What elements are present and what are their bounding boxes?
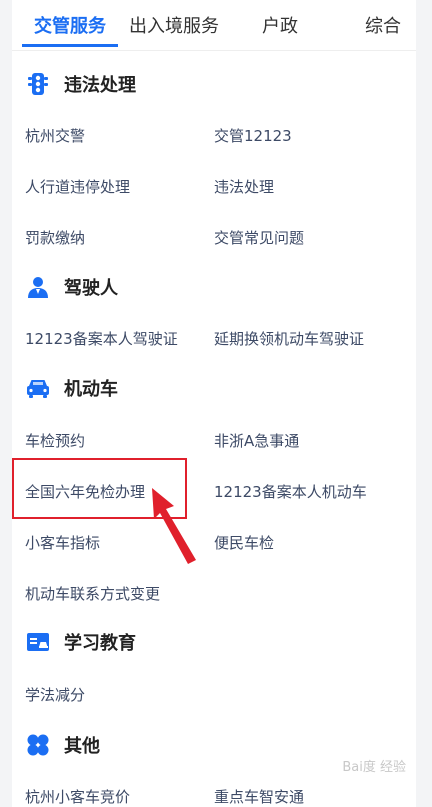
service-study-points-reduction[interactable]: 学法减分 bbox=[25, 684, 85, 705]
car-icon bbox=[27, 380, 49, 398]
service-panel: 交管服务 出入境服务 户政 综合 违法处理 杭州交警 交管12123 人行道违停… bbox=[12, 0, 416, 807]
section-header-violation: 违法处理 bbox=[26, 70, 136, 98]
traffic-light-icon bbox=[28, 73, 48, 95]
section-header-vehicle: 机动车 bbox=[26, 374, 118, 402]
id-card-icon bbox=[27, 633, 49, 651]
service-fine-payment[interactable]: 罚款缴纳 bbox=[25, 227, 85, 248]
watermark: Bai度 经验 bbox=[342, 760, 406, 775]
section-header-education: 学习教育 bbox=[26, 628, 136, 656]
section-title-other: 其他 bbox=[64, 736, 100, 757]
service-renew-driver-license[interactable]: 延期换领机动车驾驶证 bbox=[214, 328, 364, 349]
tab-household-registration[interactable]: 户政 bbox=[262, 12, 298, 38]
service-traffic-faq[interactable]: 交管常见问题 bbox=[214, 227, 304, 248]
section-title-vehicle: 机动车 bbox=[64, 379, 118, 400]
service-hangzhou-traffic-police[interactable]: 杭州交警 bbox=[25, 125, 85, 146]
service-non-zhejiang-a-pass[interactable]: 非浙A急事通 bbox=[214, 430, 299, 451]
active-tab-indicator bbox=[22, 44, 118, 47]
section-header-driver: 驾驶人 bbox=[26, 273, 118, 301]
driver-icon bbox=[28, 277, 48, 298]
service-six-year-exemption[interactable]: 全国六年免检办理 bbox=[25, 481, 145, 502]
four-petal-icon bbox=[27, 734, 49, 756]
tab-traffic-services[interactable]: 交管服务 bbox=[34, 12, 106, 38]
section-title-violation: 违法处理 bbox=[64, 75, 136, 96]
service-sidewalk-parking[interactable]: 人行道违停处理 bbox=[25, 176, 130, 197]
service-convenient-inspection[interactable]: 便民车检 bbox=[214, 532, 274, 553]
service-key-vehicle-safety[interactable]: 重点车智安通 bbox=[214, 786, 304, 807]
section-title-education: 学习教育 bbox=[64, 633, 136, 654]
service-violation-handling[interactable]: 违法处理 bbox=[214, 176, 274, 197]
tab-exit-entry-services[interactable]: 出入境服务 bbox=[129, 12, 219, 38]
service-register-driver-license[interactable]: 12123备案本人驾驶证 bbox=[25, 328, 178, 349]
tab-comprehensive[interactable]: 综合 bbox=[365, 12, 401, 38]
tab-bar: 交管服务 出入境服务 户政 综合 bbox=[12, 0, 416, 51]
service-register-vehicle[interactable]: 12123备案本人机动车 bbox=[214, 481, 367, 502]
service-car-quota[interactable]: 小客车指标 bbox=[25, 532, 100, 553]
section-title-driver: 驾驶人 bbox=[64, 278, 118, 299]
service-contact-change[interactable]: 机动车联系方式变更 bbox=[25, 583, 160, 604]
service-car-bidding[interactable]: 杭州小客车竞价 bbox=[25, 786, 130, 807]
service-inspection-booking[interactable]: 车检预约 bbox=[25, 430, 85, 451]
section-header-other: 其他 bbox=[26, 731, 100, 759]
service-12123[interactable]: 交管12123 bbox=[214, 125, 292, 146]
